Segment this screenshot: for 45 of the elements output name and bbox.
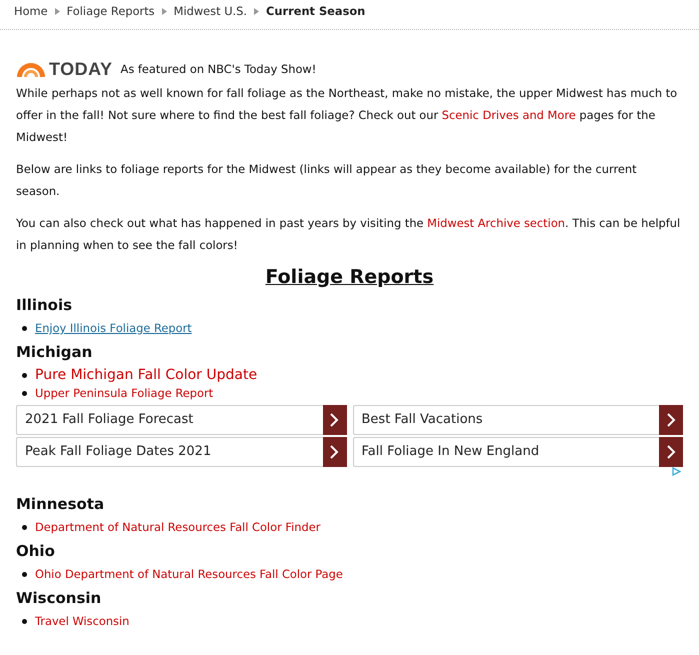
report-link[interactable]: Travel Wisconsin: [35, 612, 130, 630]
paragraph: You can also check out what has happened in past years by visiting the Midwest Archive section. This can be helpful in planning when to see the fall colors!: [16, 215, 682, 254]
today-logo: TODAY: [49, 58, 113, 80]
report-link[interactable]: Department of Natural Resources Fall Color Finder: [35, 518, 320, 536]
ad-link[interactable]: Peak Fall Foliage Dates 2021: [16, 437, 346, 467]
chevron-icon: [330, 445, 339, 459]
state-heading: Michigan: [16, 342, 94, 363]
arrow-button[interactable]: [322, 405, 346, 435]
paragraph: While perhaps not as well known for fall foliage as the Northeast, make no mistake, the upper Midwest has much to offer in the fall! Not sure where to find the best fall foliage? Check out our Scenic Drives and More pages for the Midwest!: [16, 85, 678, 146]
section-title: Foliage Reports: [264, 266, 435, 288]
report-link[interactable]: Ohio Department of Natural Resources Fall Color Page: [35, 565, 343, 583]
chevron-icon: [254, 8, 260, 14]
report-link[interactable]: Enjoy Illinois Foliage Report: [35, 319, 192, 337]
breadcrumb-link[interactable]: Home: [14, 0, 48, 22]
current-page: Current Season: [266, 3, 366, 20]
chevron-icon: [54, 8, 60, 14]
arrow-button[interactable]: [659, 437, 683, 467]
state-heading: Ohio: [16, 541, 56, 562]
ad-link[interactable]: 2021 Fall Foliage Forecast: [16, 405, 346, 435]
text-link[interactable]: Midwest Archive section: [427, 216, 566, 230]
ad-link[interactable]: Fall Foliage In New England: [352, 437, 683, 467]
text-link[interactable]: Scenic Drives and More: [442, 108, 576, 122]
breadcrumb-link[interactable]: Midwest U.S.: [174, 0, 248, 22]
arrow-button[interactable]: [322, 437, 346, 467]
bullet-icon: [22, 390, 27, 396]
bullet-icon: [22, 618, 27, 624]
state-heading: Minnesota: [16, 494, 106, 515]
chevron-icon: [162, 8, 167, 14]
bullet-icon: [22, 326, 27, 330]
ad-link[interactable]: Best Fall Vacations: [352, 405, 683, 435]
arrow-button[interactable]: [659, 405, 683, 435]
breadcrumb-link[interactable]: Foliage Reports: [66, 0, 155, 22]
paragraph: Below are links to foliage reports for the Midwest (links will appear as they become available) for the current season.: [16, 161, 638, 200]
rainbow-icon: [16, 61, 46, 77]
state-heading: Illinois: [16, 295, 74, 316]
bullet-icon: [22, 524, 27, 530]
state-heading: Wisconsin: [16, 588, 102, 609]
report-link[interactable]: Upper Peninsula Foliage Report: [35, 384, 214, 402]
chevron-icon: [666, 445, 676, 459]
report-link[interactable]: Pure Michigan Fall Color Update: [35, 366, 258, 384]
chevron-icon: [666, 413, 676, 427]
featured-text: As featured on NBC's Today Show!: [120, 61, 316, 78]
chevron-icon: [330, 413, 339, 427]
bullet-icon: [22, 372, 27, 378]
bullet-icon: [22, 572, 27, 576]
